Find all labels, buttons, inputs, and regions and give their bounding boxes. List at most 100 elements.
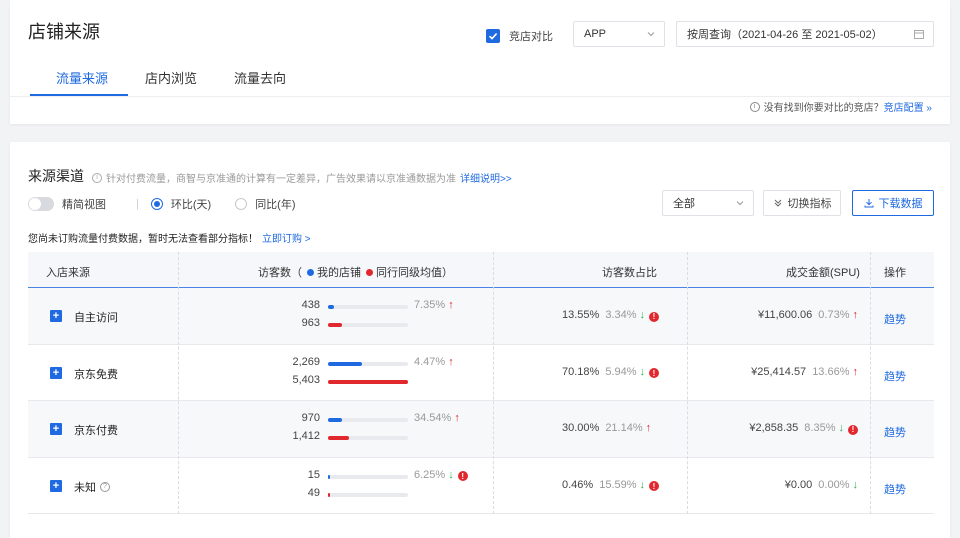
view-controls: 精简视图 | 环比(天) 同比(年) bbox=[28, 196, 296, 212]
trend-link[interactable]: 趋势 bbox=[884, 424, 906, 440]
tab-traffic-destination[interactable]: 流量去向 bbox=[234, 68, 286, 87]
double-chevron-down-icon bbox=[774, 199, 781, 207]
trend-link[interactable]: 趋势 bbox=[884, 311, 906, 327]
warning-icon[interactable]: ! bbox=[649, 311, 660, 322]
source-name: 自主访问 bbox=[74, 309, 118, 325]
my-visitors-bar bbox=[328, 305, 334, 309]
peer-visitors-bar-track bbox=[328, 492, 408, 497]
expand-icon[interactable]: + bbox=[50, 479, 62, 492]
tab-in-store-browse[interactable]: 店内浏览 bbox=[145, 68, 197, 87]
visitors-ratio-value: 4.47% bbox=[414, 355, 446, 368]
compare-label: 竞店对比 bbox=[509, 31, 553, 43]
my-visitors: 438 bbox=[301, 299, 320, 311]
arrow-down-icon: ↓ bbox=[639, 478, 646, 491]
source-name-label: 京东免费 bbox=[74, 368, 118, 381]
compare-checkbox[interactable] bbox=[486, 29, 500, 43]
peer-visitors: 49 bbox=[307, 486, 320, 499]
deal-amount-value: ¥25,414.57 bbox=[751, 365, 807, 378]
info-icon: i bbox=[92, 172, 102, 183]
my-visitors: 2,269 bbox=[292, 355, 320, 368]
expand-icon[interactable]: + bbox=[50, 366, 62, 379]
legend-peer-label: 同行同级均值） bbox=[376, 267, 453, 279]
expand-icon[interactable]: + bbox=[50, 423, 62, 435]
arrow-up-icon: ↑ bbox=[448, 355, 454, 368]
table-body: + 自主访问 438 963 7.35% ↑ 13.55% 3.34% ↓! ¥11,600.06… bbox=[28, 288, 934, 514]
peer-visitors: 963 bbox=[301, 317, 320, 329]
page-title: 店铺来源 bbox=[28, 22, 100, 42]
source-name-label: 未知 bbox=[74, 481, 96, 494]
deal-amount-value: ¥2,858.35 bbox=[749, 422, 799, 434]
trend-link[interactable]: 趋势 bbox=[884, 368, 906, 384]
yoy-radio-label: 同比(年) bbox=[255, 199, 296, 211]
info-icon: i bbox=[749, 101, 760, 112]
table-row: + 京东免费 2,269 5,403 4.47% ↑ 70.18% 5.94% ↓! ¥25,41… bbox=[28, 345, 934, 401]
trend-link[interactable]: 趋势 bbox=[884, 481, 906, 497]
col-source: 入店来源 bbox=[46, 267, 90, 279]
mom-radio[interactable] bbox=[150, 198, 163, 210]
subscribe-now-link[interactable]: 立即订购 > bbox=[262, 234, 311, 245]
table-header: 入店来源 访客数（ 我的店铺 同行同级均值） 访客数占比 成交金额(SPU) 操作 bbox=[28, 252, 934, 288]
warning-icon[interactable]: ! bbox=[649, 368, 660, 378]
compact-view-toggle[interactable] bbox=[28, 197, 54, 211]
visitors-ratio: 34.54% ↑ bbox=[414, 412, 460, 424]
my-visitors-bar-track bbox=[328, 361, 408, 366]
subscription-notice-text: 您尚未订购流量付费数据，暂时无法查看部分指标！ bbox=[28, 234, 258, 245]
visitor-share-value: 70.18% bbox=[562, 365, 600, 378]
warning-icon[interactable]: ! bbox=[848, 424, 858, 435]
peer-visitors: 5,403 bbox=[292, 373, 320, 386]
my-visitors-bar-track bbox=[328, 305, 408, 309]
deal-amount-value: ¥11,600.06 bbox=[758, 309, 813, 321]
download-data-button[interactable]: 下载数据 bbox=[852, 190, 934, 216]
arrow-down-icon: ↓ bbox=[448, 468, 454, 481]
help-icon[interactable]: ? bbox=[100, 481, 110, 492]
deal-amount: ¥25,414.57 13.66% ↑ bbox=[698, 366, 858, 378]
my-visitors: 970 bbox=[301, 412, 320, 424]
date-range-select[interactable]: 按周查询（2021-04-26 至 2021-05-02） bbox=[676, 21, 934, 47]
col-share: 访客数占比 bbox=[602, 267, 657, 279]
my-visitors-bar bbox=[328, 474, 330, 479]
visitor-share: 70.18% 5.94% ↓! bbox=[562, 365, 660, 378]
visitors-ratio: 7.35% ↑ bbox=[414, 299, 454, 311]
warning-icon[interactable]: ! bbox=[649, 481, 660, 491]
expand-icon[interactable]: + bbox=[50, 310, 62, 322]
competitor-config-link[interactable]: 竞店配置 » bbox=[884, 99, 932, 114]
warning-icon[interactable]: ! bbox=[457, 471, 468, 481]
visitor-share-value: 13.55% bbox=[562, 309, 600, 321]
competitor-hint: i 没有找到你要对比的竞店？ 竞店配置 » bbox=[749, 99, 932, 114]
check-icon bbox=[488, 33, 498, 40]
source-name-label: 京东付费 bbox=[74, 425, 118, 437]
arrow-up-icon: ↑ bbox=[852, 365, 859, 378]
date-range-value: 按周查询（2021-04-26 至 2021-05-02） bbox=[687, 29, 883, 41]
peer-visitors-bar-track bbox=[328, 323, 408, 327]
arrow-down-icon: ↓ bbox=[639, 365, 646, 378]
chevron-down-icon bbox=[647, 32, 655, 37]
my-visitors-bar-track bbox=[328, 474, 408, 479]
tab-traffic-source[interactable]: 流量来源 bbox=[56, 68, 108, 87]
platform-select[interactable]: APP bbox=[573, 21, 665, 47]
table-row: + 京东付费 970 1,412 34.54% ↑ 30.00% 21.14% ↑ ¥2,858.… bbox=[28, 401, 934, 458]
visitor-share: 13.55% 3.34% ↓! bbox=[562, 309, 660, 322]
calendar-icon bbox=[914, 30, 924, 39]
compare-checkbox-wrap[interactable]: 竞店对比 bbox=[486, 28, 553, 44]
peer-visitors-bar-track bbox=[328, 379, 408, 384]
deal-amount: ¥11,600.06 0.73% ↑ bbox=[698, 309, 858, 321]
yoy-radio[interactable] bbox=[235, 198, 248, 210]
column-divider bbox=[493, 252, 494, 514]
visitor-share-change: 21.14% bbox=[605, 422, 643, 434]
source-name: 未知? bbox=[74, 479, 110, 495]
arrow-up-icon: ↑ bbox=[448, 299, 454, 311]
arrow-down-icon: ↓ bbox=[838, 422, 845, 434]
deal-amount-change: 13.66% bbox=[812, 365, 850, 378]
section-description-text: 针对付费流量，商智与京准通的计算有一定差异，广告效果请以京准通数据为准 bbox=[106, 174, 456, 185]
details-link[interactable]: 详细说明>> bbox=[460, 170, 512, 185]
legend-mine-dot bbox=[307, 269, 314, 276]
channel-filter-select[interactable]: 全部 bbox=[662, 190, 754, 216]
source-name-label: 自主访问 bbox=[74, 312, 118, 324]
switch-metrics-button[interactable]: 切换指标 bbox=[763, 190, 841, 216]
column-divider bbox=[178, 252, 179, 514]
table-row: + 自主访问 438 963 7.35% ↑ 13.55% 3.34% ↓! ¥11,600.06… bbox=[28, 288, 934, 345]
peer-visitors-bar-track bbox=[328, 436, 408, 440]
competitor-hint-text: 没有找到你要对比的竞店？ bbox=[763, 103, 884, 114]
legend-peer-dot bbox=[366, 269, 373, 276]
visitors-ratio: 4.47% ↑ bbox=[414, 356, 454, 368]
